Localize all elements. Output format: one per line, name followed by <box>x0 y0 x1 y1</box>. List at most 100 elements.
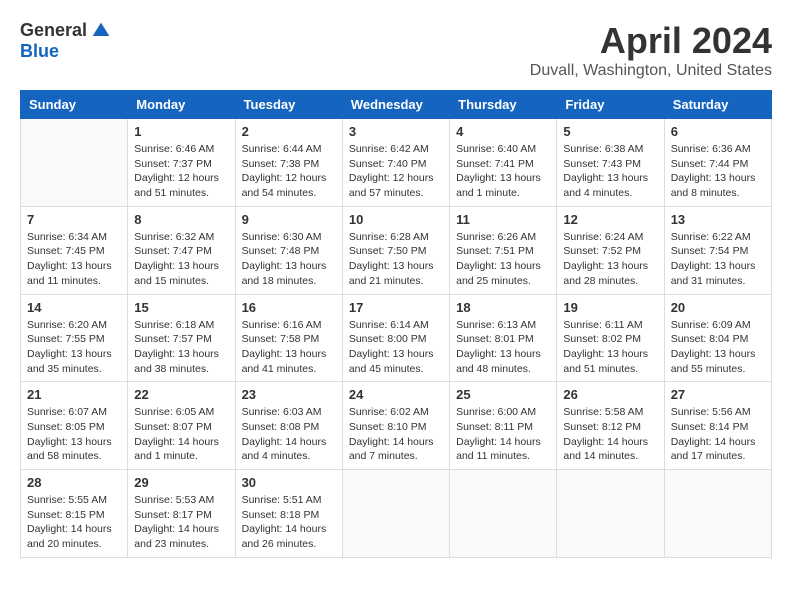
day-number: 26 <box>563 387 657 402</box>
day-number: 5 <box>563 124 657 139</box>
calendar-cell: 30 Sunrise: 5:51 AMSunset: 8:18 PMDayligh… <box>235 470 342 558</box>
day-info: Sunrise: 6:14 AMSunset: 8:00 PMDaylight:… <box>349 318 443 377</box>
calendar-cell: 1 Sunrise: 6:46 AMSunset: 7:37 PMDaylight… <box>128 119 235 207</box>
day-info: Sunrise: 6:30 AMSunset: 7:48 PMDaylight:… <box>242 230 336 289</box>
day-number: 2 <box>242 124 336 139</box>
header-day: Saturday <box>664 91 771 119</box>
logo: General Blue <box>20 20 111 62</box>
day-info: Sunrise: 6:34 AMSunset: 7:45 PMDaylight:… <box>27 230 121 289</box>
calendar-cell: 26 Sunrise: 5:58 AMSunset: 8:12 PMDayligh… <box>557 382 664 470</box>
calendar-cell: 17 Sunrise: 6:14 AMSunset: 8:00 PMDayligh… <box>342 294 449 382</box>
calendar-cell: 4 Sunrise: 6:40 AMSunset: 7:41 PMDaylight… <box>450 119 557 207</box>
month-title: April 2024 <box>530 20 772 62</box>
day-number: 14 <box>27 300 121 315</box>
day-number: 4 <box>456 124 550 139</box>
header-day: Sunday <box>21 91 128 119</box>
day-info: Sunrise: 6:40 AMSunset: 7:41 PMDaylight:… <box>456 142 550 201</box>
calendar-cell: 28 Sunrise: 5:55 AMSunset: 8:15 PMDayligh… <box>21 470 128 558</box>
day-number: 23 <box>242 387 336 402</box>
calendar-cell: 24Sunrise: 6:02 AMSunset: 8:10 PMDayligh… <box>342 382 449 470</box>
calendar-cell: 16 Sunrise: 6:16 AMSunset: 7:58 PMDayligh… <box>235 294 342 382</box>
day-info: Sunrise: 6:22 AMSunset: 7:54 PMDaylight:… <box>671 230 765 289</box>
day-number: 24 <box>349 387 443 402</box>
day-number: 11 <box>456 212 550 227</box>
calendar-cell: 5 Sunrise: 6:38 AMSunset: 7:43 PMDaylight… <box>557 119 664 207</box>
calendar-row: 21 Sunrise: 6:07 AMSunset: 8:05 PMDayligh… <box>21 382 772 470</box>
title-section: April 2024 Duvall, Washington, United St… <box>530 20 772 80</box>
header-row: SundayMondayTuesdayWednesdayThursdayFrid… <box>21 91 772 119</box>
calendar-cell: 21 Sunrise: 6:07 AMSunset: 8:05 PMDayligh… <box>21 382 128 470</box>
day-info: Sunrise: 5:53 AMSunset: 8:17 PMDaylight:… <box>134 493 228 552</box>
calendar-cell: 9 Sunrise: 6:30 AMSunset: 7:48 PMDaylight… <box>235 206 342 294</box>
day-info: Sunrise: 6:16 AMSunset: 7:58 PMDaylight:… <box>242 318 336 377</box>
day-info: Sunrise: 6:46 AMSunset: 7:37 PMDaylight:… <box>134 142 228 201</box>
day-number: 30 <box>242 475 336 490</box>
day-info: Sunrise: 5:55 AMSunset: 8:15 PMDaylight:… <box>27 493 121 552</box>
calendar-body: 1 Sunrise: 6:46 AMSunset: 7:37 PMDaylight… <box>21 119 772 558</box>
calendar-cell: 12Sunrise: 6:24 AMSunset: 7:52 PMDayligh… <box>557 206 664 294</box>
day-number: 15 <box>134 300 228 315</box>
calendar-cell: 27 Sunrise: 5:56 AMSunset: 8:14 PMDayligh… <box>664 382 771 470</box>
day-info: Sunrise: 6:42 AMSunset: 7:40 PMDaylight:… <box>349 142 443 201</box>
calendar-cell: 6 Sunrise: 6:36 AMSunset: 7:44 PMDaylight… <box>664 119 771 207</box>
calendar-cell: 23Sunrise: 6:03 AMSunset: 8:08 PMDayligh… <box>235 382 342 470</box>
logo-icon <box>91 21 111 41</box>
day-info: Sunrise: 6:05 AMSunset: 8:07 PMDaylight:… <box>134 405 228 464</box>
header-day: Thursday <box>450 91 557 119</box>
day-info: Sunrise: 6:13 AMSunset: 8:01 PMDaylight:… <box>456 318 550 377</box>
day-number: 16 <box>242 300 336 315</box>
day-info: Sunrise: 6:44 AMSunset: 7:38 PMDaylight:… <box>242 142 336 201</box>
day-number: 20 <box>671 300 765 315</box>
calendar-cell: 11 Sunrise: 6:26 AMSunset: 7:51 PMDayligh… <box>450 206 557 294</box>
day-number: 29 <box>134 475 228 490</box>
page-header: General Blue April 2024 Duvall, Washingt… <box>20 20 772 80</box>
calendar-row: 28 Sunrise: 5:55 AMSunset: 8:15 PMDayligh… <box>21 470 772 558</box>
day-info: Sunrise: 6:38 AMSunset: 7:43 PMDaylight:… <box>563 142 657 201</box>
day-number: 1 <box>134 124 228 139</box>
calendar-cell: 14 Sunrise: 6:20 AMSunset: 7:55 PMDayligh… <box>21 294 128 382</box>
day-info: Sunrise: 6:26 AMSunset: 7:51 PMDaylight:… <box>456 230 550 289</box>
calendar-cell <box>21 119 128 207</box>
calendar-table: SundayMondayTuesdayWednesdayThursdayFrid… <box>20 90 772 558</box>
calendar-cell <box>664 470 771 558</box>
day-info: Sunrise: 6:07 AMSunset: 8:05 PMDaylight:… <box>27 405 121 464</box>
calendar-cell: 18 Sunrise: 6:13 AMSunset: 8:01 PMDayligh… <box>450 294 557 382</box>
calendar-cell: 29 Sunrise: 5:53 AMSunset: 8:17 PMDayligh… <box>128 470 235 558</box>
calendar-cell <box>450 470 557 558</box>
day-number: 18 <box>456 300 550 315</box>
day-info: Sunrise: 6:32 AMSunset: 7:47 PMDaylight:… <box>134 230 228 289</box>
day-info: Sunrise: 5:58 AMSunset: 8:12 PMDaylight:… <box>563 405 657 464</box>
day-info: Sunrise: 6:36 AMSunset: 7:44 PMDaylight:… <box>671 142 765 201</box>
day-number: 25 <box>456 387 550 402</box>
calendar-cell: 20Sunrise: 6:09 AMSunset: 8:04 PMDayligh… <box>664 294 771 382</box>
day-info: Sunrise: 6:18 AMSunset: 7:57 PMDaylight:… <box>134 318 228 377</box>
day-number: 17 <box>349 300 443 315</box>
calendar-cell: 19 Sunrise: 6:11 AMSunset: 8:02 PMDayligh… <box>557 294 664 382</box>
calendar-row: 7 Sunrise: 6:34 AMSunset: 7:45 PMDaylight… <box>21 206 772 294</box>
day-number: 9 <box>242 212 336 227</box>
day-number: 28 <box>27 475 121 490</box>
day-info: Sunrise: 6:24 AMSunset: 7:52 PMDaylight:… <box>563 230 657 289</box>
day-number: 6 <box>671 124 765 139</box>
day-number: 19 <box>563 300 657 315</box>
header-day: Tuesday <box>235 91 342 119</box>
calendar-header: SundayMondayTuesdayWednesdayThursdayFrid… <box>21 91 772 119</box>
calendar-cell <box>557 470 664 558</box>
calendar-cell: 10Sunrise: 6:28 AMSunset: 7:50 PMDayligh… <box>342 206 449 294</box>
calendar-cell: 25Sunrise: 6:00 AMSunset: 8:11 PMDayligh… <box>450 382 557 470</box>
calendar-row: 14 Sunrise: 6:20 AMSunset: 7:55 PMDayligh… <box>21 294 772 382</box>
day-number: 22 <box>134 387 228 402</box>
day-info: Sunrise: 6:20 AMSunset: 7:55 PMDaylight:… <box>27 318 121 377</box>
day-info: Sunrise: 5:56 AMSunset: 8:14 PMDaylight:… <box>671 405 765 464</box>
day-number: 13 <box>671 212 765 227</box>
day-number: 7 <box>27 212 121 227</box>
day-info: Sunrise: 6:11 AMSunset: 8:02 PMDaylight:… <box>563 318 657 377</box>
day-number: 8 <box>134 212 228 227</box>
calendar-cell <box>342 470 449 558</box>
header-day: Friday <box>557 91 664 119</box>
day-number: 21 <box>27 387 121 402</box>
day-info: Sunrise: 5:51 AMSunset: 8:18 PMDaylight:… <box>242 493 336 552</box>
day-number: 27 <box>671 387 765 402</box>
calendar-row: 1 Sunrise: 6:46 AMSunset: 7:37 PMDaylight… <box>21 119 772 207</box>
day-number: 3 <box>349 124 443 139</box>
